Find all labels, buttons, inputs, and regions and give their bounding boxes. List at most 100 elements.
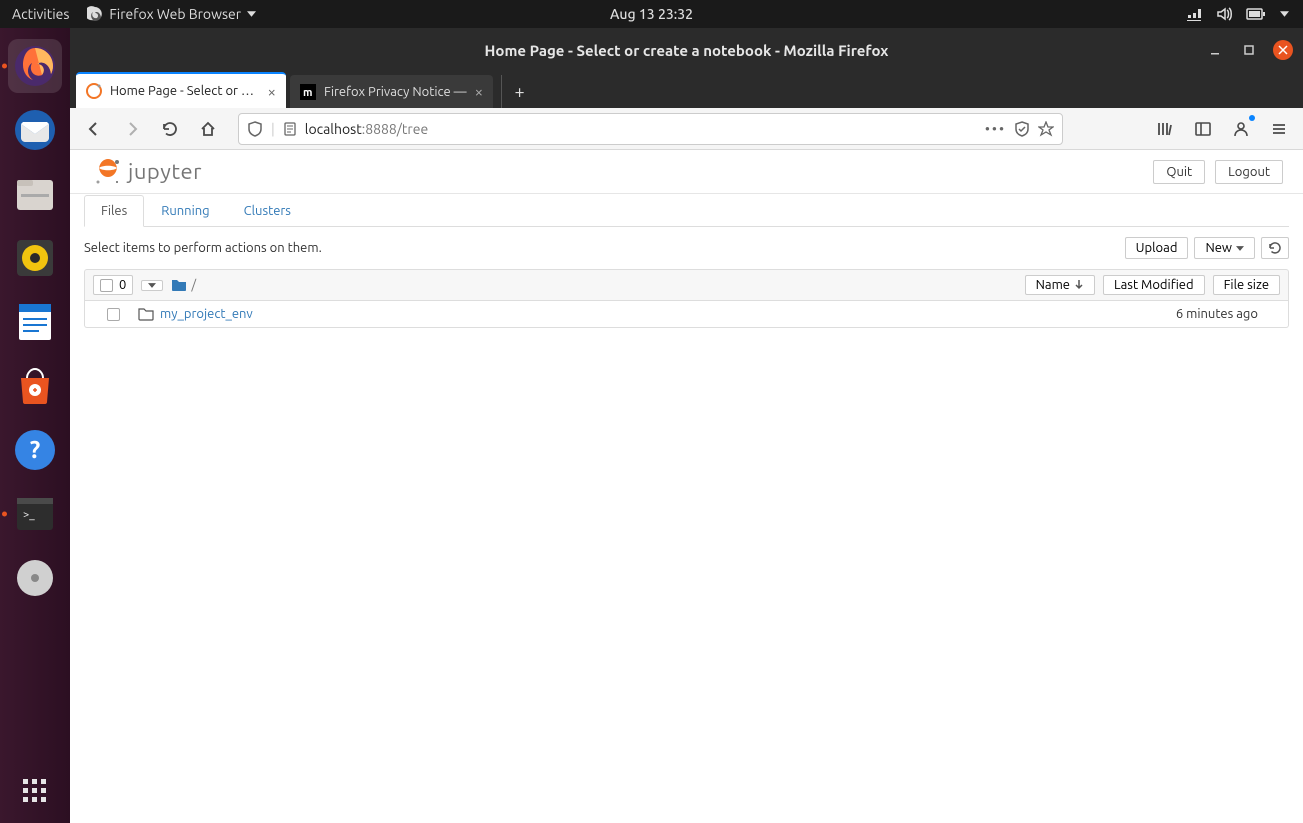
browser-toolbar: | localhost:8888/tree ••• — [70, 108, 1303, 150]
selected-count: 0 — [119, 278, 126, 292]
tab-strip: Home Page - Select or cr… × m Firefox Pr… — [70, 72, 1303, 108]
svg-text:>_: >_ — [23, 509, 35, 521]
file-list: my_project_env 6 minutes ago — [84, 301, 1289, 328]
item-name-link[interactable]: my_project_env — [160, 307, 253, 321]
jupyter-logo-icon — [94, 158, 122, 186]
browser-tab-active[interactable]: Home Page - Select or cr… × — [76, 72, 286, 108]
dock-files[interactable] — [8, 167, 62, 221]
speaker-icon — [13, 236, 57, 280]
dock-disk[interactable] — [8, 551, 62, 605]
battery-icon[interactable] — [1246, 7, 1266, 21]
ubuntu-dock: ? >_ — [0, 28, 70, 823]
logout-button[interactable]: Logout — [1215, 160, 1283, 184]
minimize-button[interactable] — [1205, 40, 1225, 60]
clock[interactable]: Aug 13 23:32 — [610, 6, 693, 22]
window-titlebar: Home Page - Select or create a notebook … — [70, 28, 1303, 72]
dock-show-apps[interactable] — [21, 777, 49, 805]
jupyter-header: jupyter Quit Logout — [70, 150, 1303, 194]
refresh-button[interactable] — [1261, 237, 1289, 259]
dock-thunderbird[interactable] — [8, 103, 62, 157]
page-content: jupyter Quit Logout Files Running Cluste… — [70, 150, 1303, 823]
breadcrumb-root[interactable]: / — [191, 278, 196, 292]
account-icon[interactable] — [1225, 113, 1257, 145]
caret-down-icon — [1236, 246, 1244, 251]
reader-protection-icon[interactable] — [1014, 121, 1030, 137]
dock-help[interactable]: ? — [8, 423, 62, 477]
jupyter-tabs: Files Running Clusters — [84, 194, 1289, 227]
tab-label: Firefox Privacy Notice — — [324, 85, 467, 99]
page-actions-icon[interactable]: ••• — [985, 121, 1006, 137]
chevron-down-icon — [247, 11, 256, 17]
dock-firefox[interactable] — [8, 39, 62, 93]
dock-rhythmbox[interactable] — [8, 231, 62, 285]
tab-label: Home Page - Select or cr… — [110, 84, 260, 98]
activities-button[interactable]: Activities — [12, 6, 69, 22]
new-tab-button[interactable]: + — [501, 75, 537, 108]
quit-button[interactable]: Quit — [1153, 160, 1205, 184]
shield-icon[interactable] — [247, 121, 263, 137]
firefox-window: Home Page - Select or create a notebook … — [70, 28, 1303, 823]
dock-writer[interactable] — [8, 295, 62, 349]
browser-tab[interactable]: m Firefox Privacy Notice — × — [290, 75, 493, 108]
maximize-button[interactable] — [1239, 40, 1259, 60]
help-icon: ? — [13, 428, 57, 472]
page-info-icon[interactable] — [283, 122, 297, 136]
folder-icon[interactable] — [171, 278, 187, 292]
caret-down-icon — [148, 283, 156, 288]
new-dropdown[interactable]: New — [1194, 237, 1255, 259]
running-indicator — [2, 512, 7, 517]
arrow-down-icon — [1074, 280, 1084, 290]
gnome-top-bar: Activities Firefox Web Browser Aug 13 23… — [0, 0, 1303, 28]
sort-modified[interactable]: Last Modified — [1103, 275, 1205, 295]
select-all-checkbox[interactable]: 0 — [93, 275, 133, 295]
volume-icon[interactable] — [1216, 6, 1232, 22]
sort-size[interactable]: File size — [1213, 275, 1280, 295]
refresh-icon — [1268, 241, 1282, 255]
grid-icon — [21, 777, 49, 805]
tab-close-icon[interactable]: × — [475, 83, 483, 100]
window-title: Home Page - Select or create a notebook … — [485, 42, 889, 59]
writer-icon — [13, 300, 57, 344]
library-icon[interactable] — [1149, 113, 1181, 145]
running-indicator — [2, 64, 7, 69]
reload-button[interactable] — [154, 113, 186, 145]
firefox-logo-icon — [87, 6, 103, 22]
chevron-down-icon[interactable] — [1280, 11, 1289, 17]
bookmark-star-icon[interactable] — [1038, 121, 1054, 137]
tab-running[interactable]: Running — [144, 195, 226, 227]
row-checkbox[interactable] — [107, 308, 120, 321]
tab-close-icon[interactable]: × — [268, 83, 276, 100]
hint-text: Select items to perform actions on them. — [84, 241, 322, 255]
sidebar-icon[interactable] — [1187, 113, 1219, 145]
jupyter-logo[interactable]: jupyter — [94, 158, 202, 186]
firefox-icon — [13, 44, 57, 88]
close-button[interactable] — [1273, 40, 1293, 60]
dock-terminal[interactable]: >_ — [8, 487, 62, 541]
thunderbird-icon — [13, 108, 57, 152]
folder-outline-icon — [138, 307, 154, 321]
url-bar[interactable]: | localhost:8888/tree ••• — [238, 113, 1063, 145]
breadcrumb-bar: 0 / Name Last Modified File size — [84, 269, 1289, 301]
home-button[interactable] — [192, 113, 224, 145]
tab-clusters[interactable]: Clusters — [227, 195, 308, 227]
jupyter-favicon-icon — [86, 83, 102, 99]
selection-dropdown[interactable] — [141, 280, 163, 291]
jupyter-logo-text: jupyter — [128, 159, 202, 184]
upload-button[interactable]: Upload — [1125, 237, 1189, 259]
shopping-bag-icon — [13, 364, 57, 408]
terminal-icon: >_ — [13, 492, 57, 536]
app-menu-icon[interactable] — [1263, 113, 1295, 145]
actions-row: Select items to perform actions on them.… — [84, 227, 1289, 269]
svg-text:?: ? — [30, 436, 41, 463]
disc-icon — [13, 556, 57, 600]
files-icon — [13, 172, 57, 216]
back-button[interactable] — [78, 113, 110, 145]
dock-software[interactable] — [8, 359, 62, 413]
forward-button[interactable] — [116, 113, 148, 145]
sort-name[interactable]: Name — [1025, 275, 1095, 295]
tab-files[interactable]: Files — [84, 195, 144, 227]
app-menu[interactable]: Firefox Web Browser — [87, 6, 256, 22]
item-modified: 6 minutes ago — [1176, 307, 1278, 321]
network-icon[interactable] — [1186, 6, 1202, 22]
list-item[interactable]: my_project_env 6 minutes ago — [85, 301, 1288, 327]
